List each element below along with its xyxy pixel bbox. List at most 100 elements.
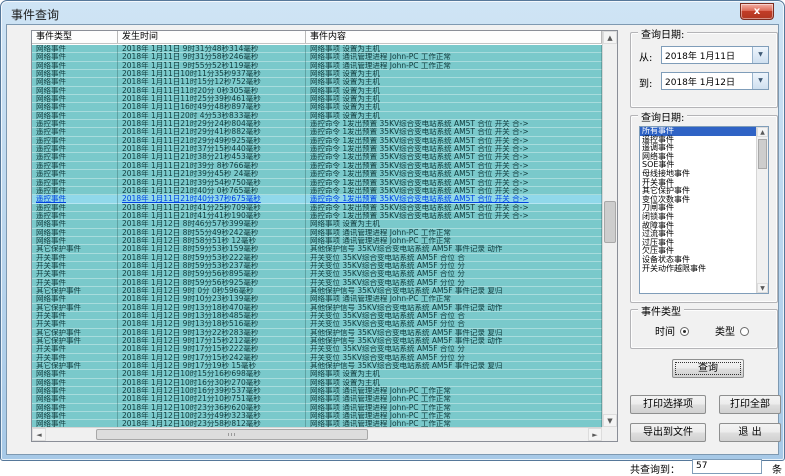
- table-row[interactable]: 遥控事件2018年 1月11日21时38分21秒453毫秒遥控命令 1发出预置 …: [32, 153, 602, 161]
- table-row[interactable]: 遥控事件2018年 1月11日21时29分41秒882毫秒遥控命令 1发出预置 …: [32, 128, 602, 136]
- table-row[interactable]: 遥控事件2018年 1月11日21时29分49秒925毫秒遥控命令 1发出预置 …: [32, 137, 602, 145]
- event-type-listbox[interactable]: 所有事件遥控事件遥调事件网络事件SOE事件母线接地事件开关事件其它保护事件变位次…: [639, 126, 769, 294]
- scroll-left-icon[interactable]: ◄: [32, 428, 46, 441]
- from-date-combobox[interactable]: 2018年 1月11日 ▼: [661, 46, 769, 64]
- cell-type: 其它保护事件: [32, 245, 118, 253]
- table-row[interactable]: 开关事件2018年 1月12日 9时13分18秒485毫秒开关变位 35KV综合…: [32, 312, 602, 320]
- table-row[interactable]: 网络事件2018年 1月12日 8时46分57秒399毫秒网络事项 设置为主机: [32, 220, 602, 228]
- cell-type: 网络事件: [32, 395, 118, 403]
- table-row[interactable]: 开关事件2018年 1月12日 8时59分56秒895毫秒开关变位 35KV综合…: [32, 270, 602, 278]
- cell-content: 网络事项 设置为主机: [306, 70, 602, 78]
- scroll-down-icon[interactable]: ▼: [757, 283, 768, 293]
- radio-time[interactable]: 时间: [655, 323, 689, 338]
- result-count-field[interactable]: 57: [692, 459, 762, 474]
- export-to-file-button[interactable]: 导出到文件: [630, 423, 706, 442]
- close-button[interactable]: x: [740, 3, 774, 20]
- scroll-up-icon[interactable]: ▲: [603, 31, 617, 44]
- cell-content: 遥控命令 1发出预置 35KV综合变电站系统 AM5T 合位 开关 合->: [306, 187, 602, 195]
- table-row[interactable]: 开关事件2018年 1月12日 8时59分53秒222毫秒开关变位 35KV综合…: [32, 254, 602, 262]
- table-row[interactable]: 其它保护事件2018年 1月12日 9时13分22秒283毫秒其他保护信号 35…: [32, 329, 602, 337]
- exit-button[interactable]: 退 出: [719, 423, 781, 442]
- table-row[interactable]: 遥控事件2018年 1月11日21时29分24秒804毫秒遥控命令 1发出预置 …: [32, 120, 602, 128]
- vertical-scrollbar[interactable]: ▲ ▼: [602, 31, 617, 427]
- table-row[interactable]: 开关事件2018年 1月12日 9时17分15秒222毫秒开关变位 35KV综合…: [32, 345, 602, 353]
- table-row[interactable]: 遥控事件2018年 1月11日21时40分 0秒765毫秒遥控命令 1发出预置 …: [32, 187, 602, 195]
- radio-unselected-icon[interactable]: [740, 327, 749, 336]
- scroll-right-icon[interactable]: ►: [588, 428, 602, 441]
- to-date-combobox[interactable]: 2018年 1月12日 ▼: [661, 72, 769, 90]
- table-row[interactable]: 开关事件2018年 1月12日 8时59分56秒925毫秒开关变位 35KV综合…: [32, 279, 602, 287]
- table-row[interactable]: 其它保护事件2018年 1月12日 9时13分18秒470毫秒其他保护信号 35…: [32, 304, 602, 312]
- dialog-content: 事件类型 发生时间 事件内容 网络事件2018年 1月11日 9时31分48秒3…: [6, 24, 779, 455]
- table-row[interactable]: 遥控事件2018年 1月11日21时39分54秒750毫秒遥控命令 1发出预置 …: [32, 179, 602, 187]
- cell-time: 2018年 1月11日11时15分12秒752毫秒: [118, 78, 306, 86]
- table-row[interactable]: 网络事件2018年 1月11日11时15分12秒752毫秒网络事项 设置为主机: [32, 78, 602, 86]
- cell-content: 网络事项 设置为主机: [306, 370, 602, 378]
- cell-type: 网络事件: [32, 220, 118, 228]
- cell-time: 2018年 1月12日 8时58分51秒 12毫秒: [118, 237, 306, 245]
- cell-content: 遥控命令 1发出预置 35KV综合变电站系统 AM5T 合位 开关 合->: [306, 212, 602, 220]
- cell-type: 网络事件: [32, 404, 118, 412]
- print-all-button[interactable]: 打印全部: [719, 395, 781, 414]
- radio-selected-icon[interactable]: [680, 327, 689, 336]
- radio-type[interactable]: 类型: [715, 323, 749, 338]
- table-row[interactable]: 其它保护事件2018年 1月12日 9时17分15秒212毫秒其他保护信号 35…: [32, 337, 602, 345]
- cell-time: 2018年 1月11日21时29分41秒882毫秒: [118, 128, 306, 136]
- listbox-scrollbar-thumb[interactable]: [758, 139, 767, 169]
- table-row[interactable]: 网络事件2018年 1月11日10时11分35秒937毫秒网络事项 设置为主机: [32, 70, 602, 78]
- table-row[interactable]: 遥控事件2018年 1月11日21时41分41秒190毫秒遥控命令 1发出预置 …: [32, 212, 602, 220]
- table-row[interactable]: 网络事件2018年 1月11日20时 4分53秒833毫秒网络事项 设置为主机: [32, 112, 602, 120]
- cell-time: 2018年 1月11日21时40分37秒675毫秒: [118, 195, 306, 203]
- table-row[interactable]: 网络事件2018年 1月12日10时15分16秒698毫秒网络事项 设置为主机: [32, 370, 602, 378]
- table-row[interactable]: 网络事件2018年 1月11日11时25分39秒461毫秒网络事项 设置为主机: [32, 95, 602, 103]
- chevron-down-icon[interactable]: ▼: [752, 73, 768, 89]
- table-row[interactable]: 网络事件2018年 1月12日 8时58分51秒 12毫秒网络事项 通讯管理进程…: [32, 237, 602, 245]
- listbox-scrollbar[interactable]: ▲ ▼: [756, 127, 768, 293]
- table-row[interactable]: 网络事件2018年 1月12日 9时10分23秒139毫秒网络事项 通讯管理进程…: [32, 295, 602, 303]
- table-row[interactable]: 开关事件2018年 1月12日 9时17分15秒242毫秒开关变位 35KV综合…: [32, 354, 602, 362]
- table-row[interactable]: 网络事件2018年 1月12日10时21分10秒751毫秒网络事项 通讯管理进程…: [32, 395, 602, 403]
- cell-type: 开关事件: [32, 320, 118, 328]
- chevron-down-icon[interactable]: ▼: [752, 47, 768, 63]
- header-event-type[interactable]: 事件类型: [32, 31, 118, 43]
- table-row[interactable]: 其它保护事件2018年 1月12日 9时 0分 0秒596毫秒其他保护信号 35…: [32, 287, 602, 295]
- table-row[interactable]: 遥控事件2018年 1月11日21时41分25秒709毫秒遥控命令 1发出预置 …: [32, 204, 602, 212]
- horizontal-scrollbar-thumb[interactable]: [96, 429, 368, 440]
- cell-content: 其他保护信号 35KV综合变电站系统 AM5F 事件记录 动作: [306, 337, 602, 345]
- listbox-option[interactable]: 开关动作越限事件: [640, 265, 768, 274]
- cell-time: 2018年 1月12日10时21分10秒751毫秒: [118, 395, 306, 403]
- table-row[interactable]: 网络事件2018年 1月11日 9时55分52秒119毫秒网络事项 通讯管理进程…: [32, 62, 602, 70]
- query-button[interactable]: 查询: [672, 359, 744, 378]
- table-row[interactable]: 遥控事件2018年 1月11日21时39分45秒 24毫秒遥控命令 1发出预置 …: [32, 170, 602, 178]
- print-selected-button[interactable]: 打印选择项: [630, 395, 706, 414]
- table-row[interactable]: 其它保护事件2018年 1月12日 8时59分53秒159毫秒其他保护信号 35…: [32, 245, 602, 253]
- table-row[interactable]: 网络事件2018年 1月11日 9时31分48秒314毫秒网络事项 设置为主机: [32, 45, 602, 53]
- cell-content: 网络事项 设置为主机: [306, 379, 602, 387]
- cell-time: 2018年 1月12日10时16分30秒270毫秒: [118, 379, 306, 387]
- cell-time: 2018年 1月12日10时16分39秒537毫秒: [118, 387, 306, 395]
- table-row[interactable]: 网络事件2018年 1月12日10时16分30秒270毫秒网络事项 设置为主机: [32, 379, 602, 387]
- table-row[interactable]: 遥控事件2018年 1月11日21时40分37秒675毫秒遥控命令 1发出预置 …: [32, 195, 602, 203]
- vertical-scrollbar-thumb[interactable]: [604, 201, 616, 243]
- scroll-up-icon[interactable]: ▲: [757, 127, 768, 137]
- table-row[interactable]: 开关事件2018年 1月12日 8时59分53秒237毫秒开关变位 35KV综合…: [32, 262, 602, 270]
- cell-type: 网络事件: [32, 379, 118, 387]
- table-row[interactable]: 网络事件2018年 1月12日 8时55分49秒242毫秒网络事项 通讯管理进程…: [32, 229, 602, 237]
- table-row[interactable]: 网络事件2018年 1月12日10时23分36秒620毫秒网络事项 通讯管理进程…: [32, 404, 602, 412]
- table-row[interactable]: 网络事件2018年 1月11日 9时31分58秒246毫秒网络事项 通讯管理进程…: [32, 53, 602, 61]
- header-event-content[interactable]: 事件内容: [306, 31, 602, 43]
- table-row[interactable]: 网络事件2018年 1月11日11时20分 0秒305毫秒网络事项 设置为主机: [32, 87, 602, 95]
- table-row[interactable]: 网络事件2018年 1月12日10时23分49秒323毫秒网络事项 通讯管理进程…: [32, 412, 602, 420]
- cell-type: 网络事件: [32, 87, 118, 95]
- table-row[interactable]: 开关事件2018年 1月12日 9时13分18秒516毫秒开关变位 35KV综合…: [32, 320, 602, 328]
- cell-time: 2018年 1月11日 9时31分58秒246毫秒: [118, 53, 306, 61]
- table-row[interactable]: 其它保护事件2018年 1月12日 9时17分19秒 15毫秒其他保护信号 35…: [32, 362, 602, 370]
- table-row[interactable]: 网络事件2018年 1月11日16时49分48秒897毫秒网络事项 设置为主机: [32, 103, 602, 111]
- header-event-time[interactable]: 发生时间: [118, 31, 306, 43]
- query-items-group: 查询日期: 所有事件遥控事件遥调事件网络事件SOE事件母线接地事件开关事件其它保…: [630, 115, 778, 303]
- horizontal-scrollbar[interactable]: ◄ ►: [32, 427, 602, 441]
- table-row[interactable]: 网络事件2018年 1月12日10时16分39秒537毫秒网络事项 通讯管理进程…: [32, 387, 602, 395]
- table-row[interactable]: 遥控事件2018年 1月11日21时37分15秒440毫秒遥控命令 1发出预置 …: [32, 145, 602, 153]
- scroll-down-icon[interactable]: ▼: [603, 414, 617, 427]
- table-row[interactable]: 遥控事件2018年 1月11日21时39分 8秒766毫秒遥控命令 1发出预置 …: [32, 162, 602, 170]
